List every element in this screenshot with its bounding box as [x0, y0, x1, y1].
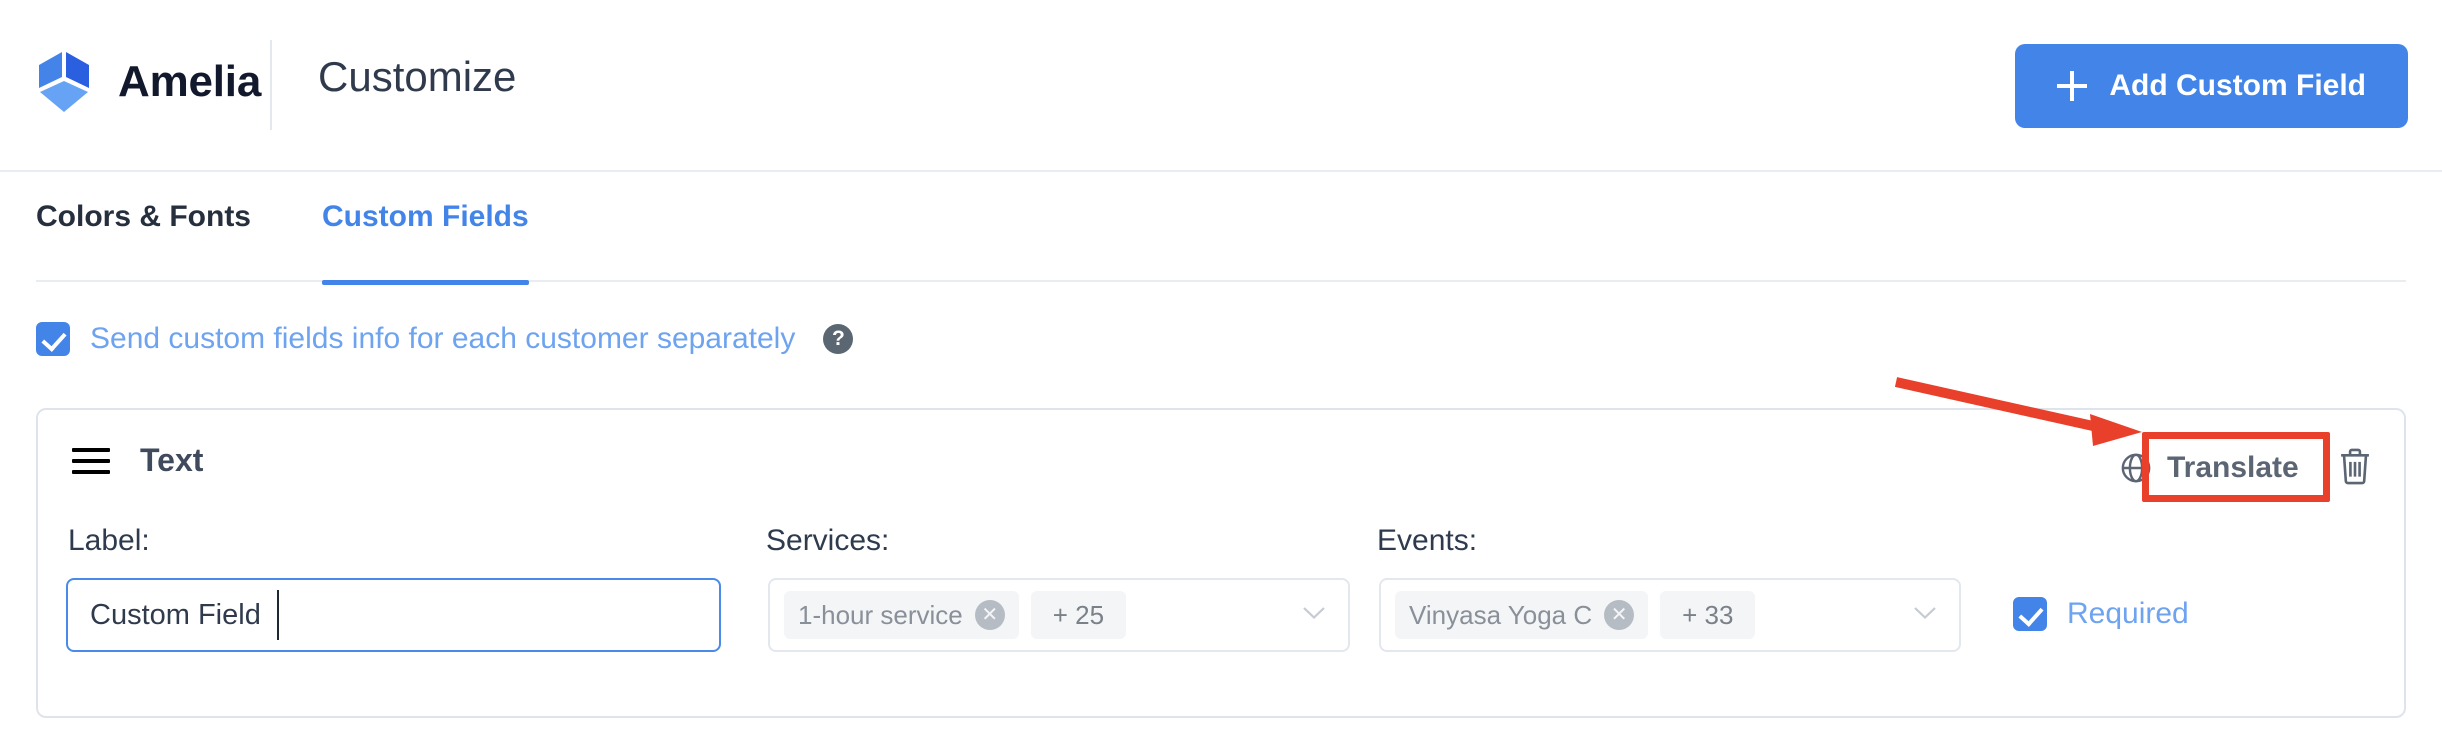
app-header: Amelia Customize Add Custom Field — [0, 0, 2442, 172]
delete-custom-field-button[interactable] — [2337, 446, 2373, 486]
send-custom-fields-row[interactable]: Send custom fields info for each custome… — [36, 322, 854, 356]
brand-name: Amelia — [118, 57, 262, 106]
events-tag-list: Vinyasa Yoga C ✕ + 33 — [1395, 591, 1756, 639]
header-divider — [270, 40, 272, 130]
amelia-cube-logo-icon — [34, 50, 94, 114]
question-mark-icon[interactable]: ? — [823, 324, 854, 354]
required-row[interactable]: Required — [2013, 597, 2189, 631]
translate-label: Translate — [2167, 451, 2299, 484]
text-cursor — [277, 590, 279, 640]
services-multiselect[interactable]: 1-hour service ✕ + 25 — [768, 578, 1350, 652]
screen-root: Amelia Customize Add Custom Field Colors… — [0, 0, 2442, 750]
services-tag-label: 1-hour service — [798, 599, 963, 630]
tab-bar: Colors & Fonts Custom Fields — [0, 172, 2442, 285]
add-custom-field-label: Add Custom Field — [2109, 69, 2366, 102]
brand: Amelia — [34, 50, 261, 114]
custom-field-card-header: Text — [72, 442, 203, 479]
send-custom-fields-label: Send custom fields info for each custome… — [90, 322, 796, 355]
events-multiselect[interactable]: Vinyasa Yoga C ✕ + 33 — [1379, 578, 1961, 652]
required-label: Required — [2067, 597, 2189, 630]
label-field-caption: Label: — [68, 524, 150, 557]
remove-tag-icon[interactable]: ✕ — [974, 600, 1005, 630]
events-caption: Events: — [1377, 524, 1478, 557]
drag-handle-icon[interactable] — [72, 447, 110, 474]
services-tag[interactable]: 1-hour service ✕ — [784, 591, 1019, 639]
services-tag-list: 1-hour service ✕ + 25 — [784, 591, 1127, 639]
add-custom-field-button[interactable]: Add Custom Field — [2015, 44, 2408, 128]
plus-icon — [2057, 71, 2088, 101]
page-title: Customize — [318, 53, 517, 100]
custom-field-card: Text — [36, 408, 2406, 718]
tab-colors-and-fonts[interactable]: Colors & Fonts — [36, 200, 251, 260]
custom-field-type-label: Text — [140, 442, 204, 478]
events-tag[interactable]: Vinyasa Yoga C ✕ — [1395, 591, 1649, 639]
globe-icon — [2119, 451, 2153, 485]
send-custom-fields-checkbox[interactable] — [36, 322, 70, 356]
remove-tag-icon[interactable]: ✕ — [1604, 600, 1635, 630]
events-overflow-tag[interactable]: + 33 — [1660, 591, 1756, 639]
services-overflow-tag[interactable]: + 25 — [1030, 591, 1127, 639]
label-input[interactable] — [66, 578, 721, 652]
tab-active-indicator — [322, 280, 529, 285]
events-tag-label: Vinyasa Yoga C — [1409, 599, 1593, 630]
translate-button[interactable]: Translate — [2113, 444, 2305, 492]
trash-icon — [2337, 446, 2373, 486]
required-checkbox[interactable] — [2013, 597, 2047, 631]
services-caption: Services: — [766, 524, 890, 557]
tab-custom-fields[interactable]: Custom Fields — [322, 200, 529, 260]
